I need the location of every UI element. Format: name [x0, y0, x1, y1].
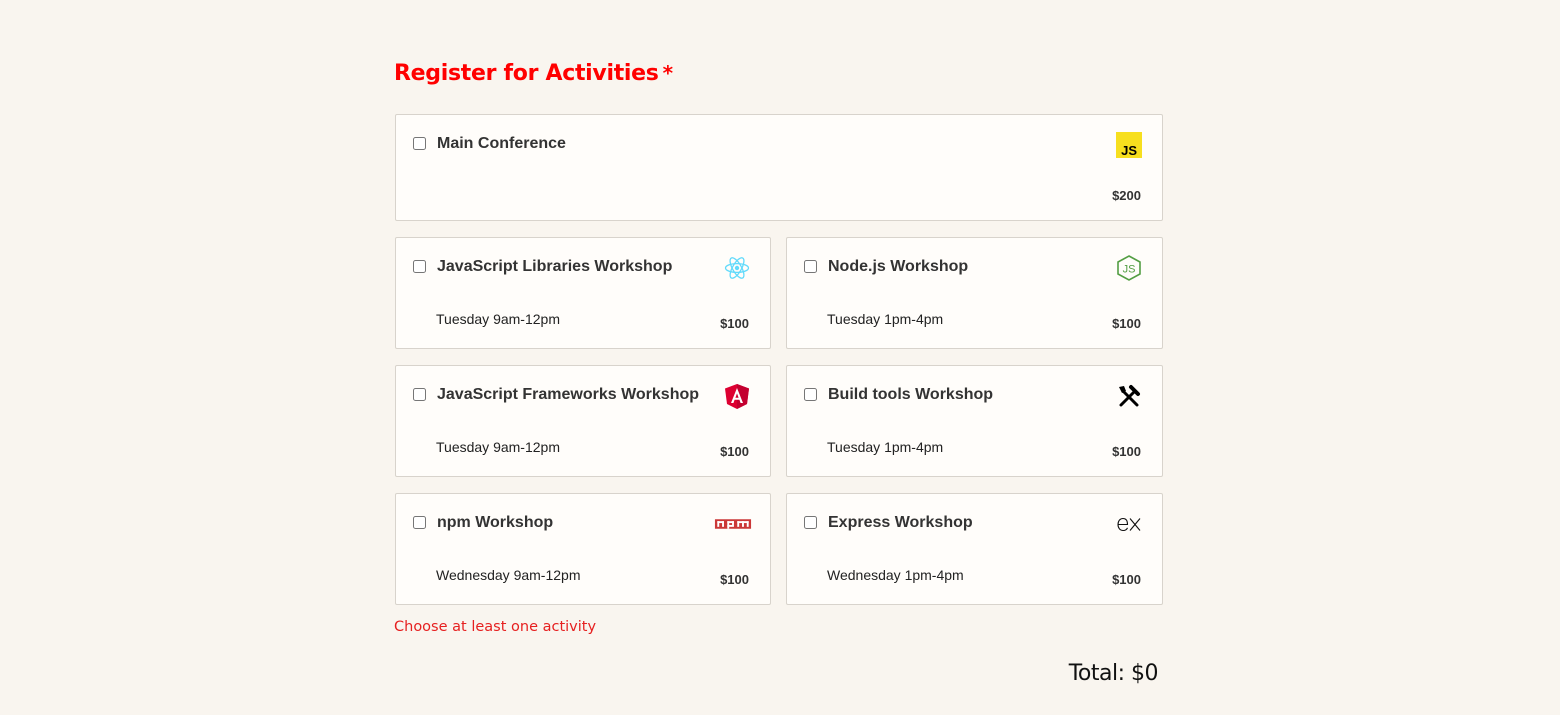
activity-time: Wednesday 9am-12pm — [436, 567, 581, 583]
activity-main-conference[interactable]: Main Conference $200 JS — [395, 114, 1163, 221]
activity-express[interactable]: Express Workshop Wednesday 1pm-4pm $100 — [786, 493, 1163, 605]
activity-time: Tuesday 9am-12pm — [436, 439, 560, 455]
nodejs-icon: JS — [1117, 255, 1141, 281]
activity-name: Main Conference — [437, 135, 566, 152]
npm-checkbox[interactable] — [413, 516, 426, 529]
react-icon — [724, 257, 750, 279]
tools-icon — [1119, 385, 1140, 407]
svg-text:JS: JS — [1123, 264, 1136, 276]
activity-name: JavaScript Libraries Workshop — [437, 258, 673, 275]
activity-cost: $100 — [1112, 316, 1141, 331]
activity-name: Build tools Workshop — [828, 386, 994, 403]
activity-name: JavaScript Frameworks Workshop — [437, 386, 700, 403]
activity-cost: $100 — [1112, 572, 1141, 587]
required-asterisk: * — [662, 61, 673, 85]
activity-js-libraries[interactable]: JavaScript Libraries Workshop Tuesday 9a… — [395, 237, 771, 349]
activities-legend: Register for Activities * — [394, 56, 1163, 90]
main-conference-checkbox[interactable] — [413, 137, 426, 150]
activity-name: Express Workshop — [828, 514, 973, 531]
activity-build-tools[interactable]: Build tools Workshop Tuesday 1pm-4pm $10… — [786, 365, 1163, 477]
activity-time: Wednesday 1pm-4pm — [827, 567, 964, 583]
activity-name: Node.js Workshop — [828, 258, 969, 275]
activity-name: npm Workshop — [437, 514, 554, 531]
activity-cost: $100 — [720, 572, 749, 587]
nodejs-checkbox[interactable] — [804, 260, 817, 273]
activity-cost: $100 — [1112, 444, 1141, 459]
activity-npm[interactable]: npm Workshop Wednesday 9am-12pm $100 — [395, 493, 771, 605]
activity-cost: $100 — [720, 316, 749, 331]
activity-time: Tuesday 9am-12pm — [436, 311, 560, 327]
activity-error-hint: Choose at least one activity — [394, 619, 597, 635]
javascript-icon: JS — [1116, 132, 1142, 158]
total-cost: Total: $0 — [1068, 661, 1159, 686]
activity-js-frameworks[interactable]: JavaScript Frameworks Workshop Tuesday 9… — [395, 365, 771, 477]
npm-icon — [714, 519, 752, 529]
activity-time: Tuesday 1pm-4pm — [827, 311, 944, 327]
svg-text:JS: JS — [1121, 143, 1137, 158]
js-libraries-checkbox[interactable] — [413, 260, 426, 273]
js-frameworks-checkbox[interactable] — [413, 388, 426, 401]
express-checkbox[interactable] — [804, 516, 817, 529]
activity-cost: $200 — [1112, 188, 1141, 203]
build-tools-checkbox[interactable] — [804, 388, 817, 401]
legend-text: Register for Activities — [394, 61, 659, 86]
express-icon — [1117, 517, 1141, 532]
activity-cost: $100 — [720, 444, 749, 459]
activity-time: Tuesday 1pm-4pm — [827, 439, 944, 455]
angular-icon — [725, 384, 749, 409]
activities-section: Register for Activities * Main Conference… — [394, 56, 1163, 605]
activity-nodejs[interactable]: Node.js Workshop Tuesday 1pm-4pm $100 JS — [786, 237, 1163, 349]
